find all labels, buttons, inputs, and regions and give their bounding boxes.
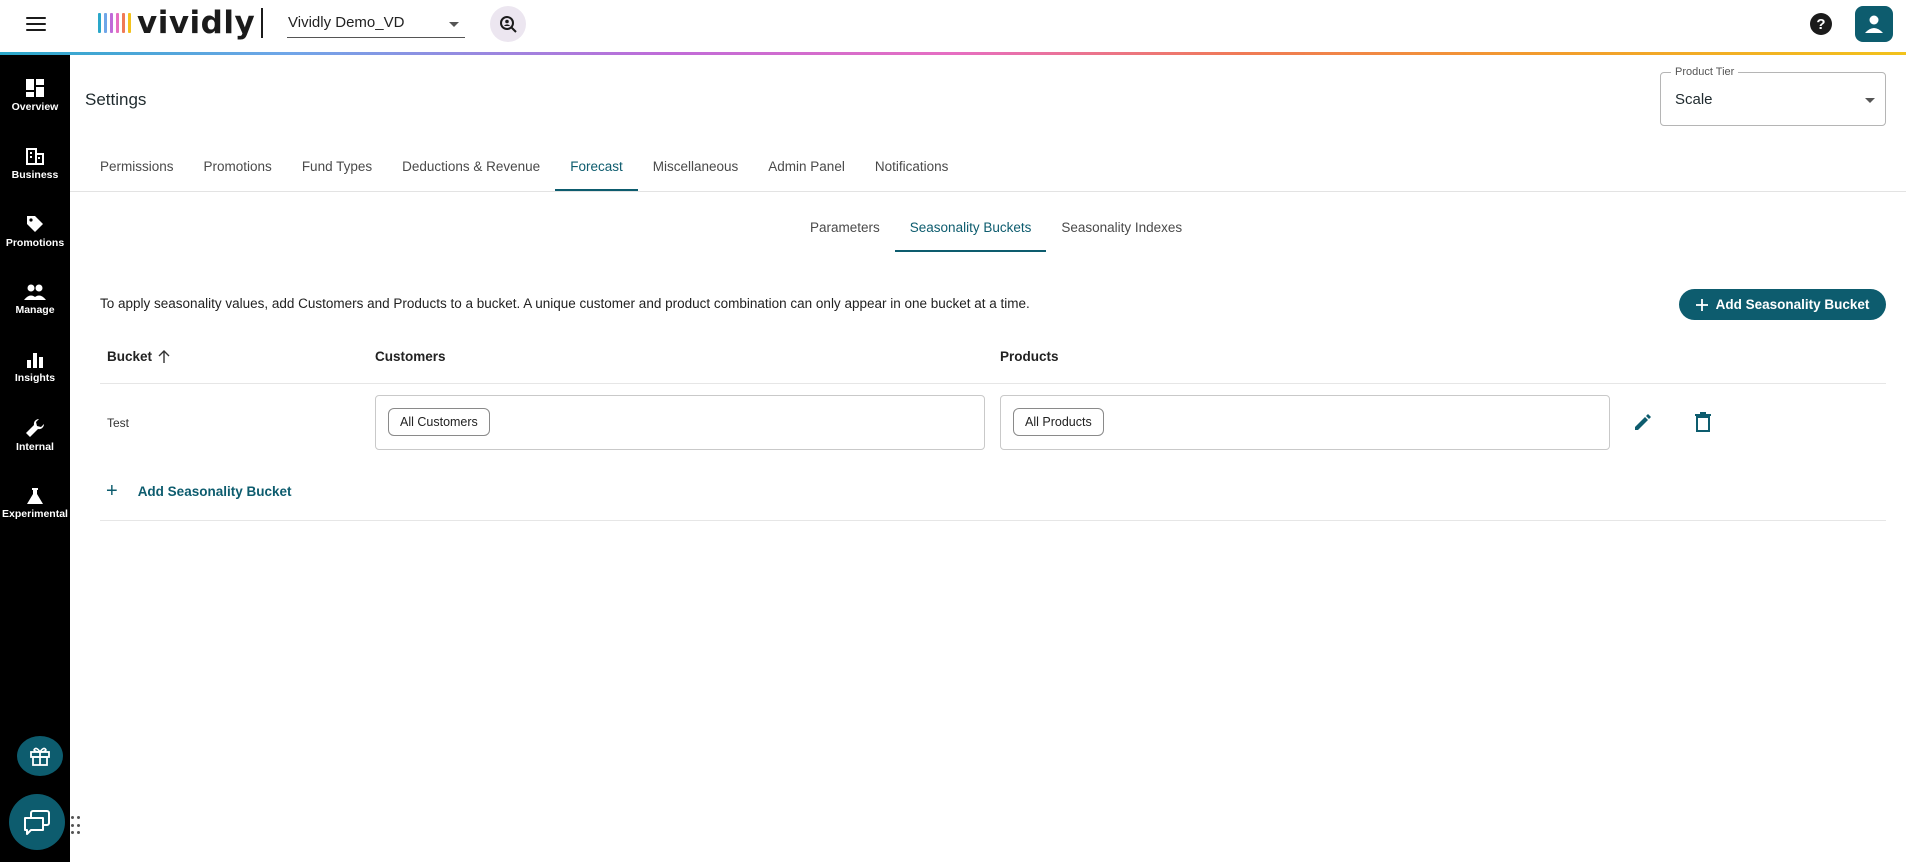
tab-notifications[interactable]: Notifications <box>860 150 964 191</box>
account-select-value: Vividly Demo_VD <box>288 14 405 31</box>
delete-icon[interactable] <box>1688 407 1718 437</box>
tag-icon <box>27 215 43 232</box>
header-rainbow-bar <box>0 52 1906 55</box>
add-seasonality-bucket-inline[interactable]: + Add Seasonality Bucket <box>106 480 291 502</box>
column-header-label: Bucket <box>107 349 153 364</box>
product-tier-select[interactable]: Product Tier Scale <box>1660 66 1886 126</box>
logo-divider <box>261 8 263 38</box>
tab-deductions-revenue[interactable]: Deductions & Revenue <box>387 150 555 191</box>
edit-icon[interactable] <box>1628 407 1658 437</box>
help-icon[interactable]: ? <box>1810 13 1832 35</box>
tab-promotions[interactable]: Promotions <box>189 150 287 191</box>
logo-text: vividly <box>137 5 256 41</box>
bucket-name: Test <box>107 416 130 430</box>
customers-field[interactable]: All Customers <box>375 395 985 450</box>
nav-item-overview[interactable]: Overview <box>0 67 70 123</box>
nav-item-label: Business <box>11 168 59 181</box>
product-chip[interactable]: All Products <box>1013 408 1104 436</box>
settings-tabs: Permissions Promotions Fund Types Deduct… <box>85 150 963 191</box>
add-seasonality-bucket-inline-label: Add Seasonality Bucket <box>137 483 292 499</box>
add-seasonality-bucket-label: Add Seasonality Bucket <box>1715 297 1870 312</box>
arrow-up-icon <box>158 350 170 363</box>
subtab-seasonality-buckets[interactable]: Seasonality Buckets <box>894 210 1047 252</box>
table-bottom-divider <box>100 520 1886 521</box>
tab-forecast[interactable]: Forecast <box>555 150 638 191</box>
nav-item-label: Experimental <box>2 507 68 520</box>
nav-item-promotions[interactable]: Promotions <box>0 203 70 259</box>
gift-icon[interactable] <box>17 736 63 776</box>
products-field[interactable]: All Products <box>1000 395 1610 450</box>
column-header-products: Products <box>1000 349 1059 364</box>
subtab-seasonality-indexes[interactable]: Seasonality Indexes <box>1046 210 1197 252</box>
tab-permissions[interactable]: Permissions <box>85 150 189 191</box>
forecast-subtabs: Parameters Seasonality Buckets Seasonali… <box>795 210 1197 252</box>
product-tier-label: Product Tier <box>1671 66 1739 78</box>
top-bar: vividly Vividly Demo_VD ? <box>0 0 1906 52</box>
nav-item-label: Internal <box>16 440 54 453</box>
user-icon[interactable] <box>1855 6 1893 42</box>
tabs-divider <box>70 191 1906 192</box>
tab-admin-panel[interactable]: Admin Panel <box>753 150 860 191</box>
nav-item-label: Overview <box>11 100 59 113</box>
menu-icon[interactable] <box>22 12 50 36</box>
customer-search-icon[interactable] <box>490 6 526 42</box>
logo-bars <box>98 13 131 33</box>
nav-item-label: Promotions <box>5 236 65 249</box>
nav-item-experimental[interactable]: Experimental <box>0 475 70 531</box>
plus-icon: + <box>106 480 118 502</box>
add-seasonality-bucket-button[interactable]: Add Seasonality Bucket <box>1679 289 1886 320</box>
people-icon <box>24 284 46 300</box>
chevron-down-icon <box>1865 98 1875 103</box>
nav-item-insights[interactable]: Insights <box>0 339 70 395</box>
bucket-instructions: To apply seasonality values, add Custome… <box>100 296 1030 311</box>
page-title: Settings <box>85 90 147 109</box>
flask-icon <box>27 487 43 504</box>
product-tier-value: Scale <box>1675 91 1713 108</box>
nav-item-label: Insights <box>14 371 56 384</box>
customer-chip[interactable]: All Customers <box>388 408 490 436</box>
header-divider <box>100 383 1886 384</box>
nav-item-manage[interactable]: Manage <box>0 271 70 327</box>
wrench-icon <box>26 418 45 437</box>
account-select[interactable]: Vividly Demo_VD <box>287 10 465 38</box>
left-nav: Overview Business Promotions Manage Insi… <box>0 55 70 862</box>
nav-item-label: Manage <box>15 303 55 316</box>
plus-icon <box>1695 298 1708 311</box>
overview-icon <box>26 78 44 97</box>
drag-handle-icon[interactable] <box>71 816 81 836</box>
nav-item-business[interactable]: Business <box>0 135 70 191</box>
chat-icon[interactable] <box>9 794 65 850</box>
building-icon <box>26 147 44 165</box>
nav-item-internal[interactable]: Internal <box>0 407 70 463</box>
column-header-bucket[interactable]: Bucket <box>107 349 170 364</box>
chevron-down-icon <box>449 22 459 27</box>
subtab-parameters[interactable]: Parameters <box>795 210 895 252</box>
tab-fund-types[interactable]: Fund Types <box>287 150 387 191</box>
column-header-customers: Customers <box>375 349 446 364</box>
vividly-logo[interactable]: vividly <box>98 5 256 41</box>
tab-miscellaneous[interactable]: Miscellaneous <box>638 150 754 191</box>
bar-chart-icon <box>27 352 43 368</box>
